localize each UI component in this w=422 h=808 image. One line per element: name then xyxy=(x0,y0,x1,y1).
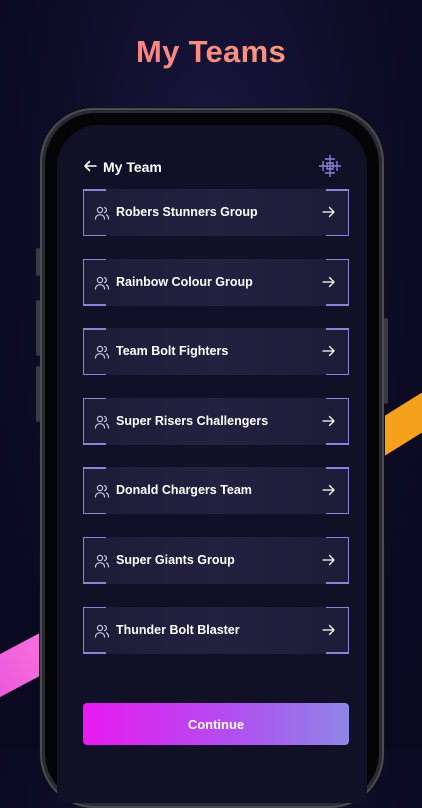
phone-bezel: My Team Robers Stunners Group Rainbow Co… xyxy=(45,113,379,803)
arrow-right-icon xyxy=(322,276,335,287)
continue-button[interactable]: Continue xyxy=(83,703,349,745)
team-name: Super Risers Challengers xyxy=(116,413,269,428)
phone-mute-button xyxy=(36,248,40,276)
arrow-right-icon xyxy=(322,624,335,635)
team-card[interactable]: Rainbow Colour Group xyxy=(83,258,349,306)
users-icon xyxy=(94,206,110,220)
users-icon xyxy=(94,624,110,638)
arrow-right-icon xyxy=(322,206,335,218)
page-headline: My Teams xyxy=(0,34,422,70)
users-icon xyxy=(94,276,110,290)
arrow-left-icon xyxy=(84,160,97,172)
screen-title: My Team xyxy=(103,159,162,175)
app-screen: My Team Robers Stunners Group Rainbow Co… xyxy=(57,125,367,803)
team-card[interactable]: Super Risers Challengers xyxy=(83,397,349,445)
top-bar: My Team xyxy=(57,149,367,189)
phone-frame: My Team Robers Stunners Group Rainbow Co… xyxy=(36,108,388,808)
users-icon xyxy=(94,415,110,429)
team-name: Robers Stunners Group xyxy=(116,205,258,219)
arrow-right-icon xyxy=(322,346,335,357)
users-icon xyxy=(94,345,110,359)
team-name: Thunder Bolt Blaster xyxy=(116,622,240,637)
team-name: Team Bolt Fighters xyxy=(116,344,229,359)
team-card[interactable]: Team Bolt Fighters xyxy=(83,328,349,376)
team-card[interactable]: Robers Stunners Group xyxy=(83,189,349,236)
team-logo-icon xyxy=(319,155,341,177)
phone-volume-up-button xyxy=(36,300,40,356)
team-name: Rainbow Colour Group xyxy=(116,274,253,289)
arrow-right-icon xyxy=(322,415,335,426)
back-button[interactable] xyxy=(81,157,99,175)
users-icon xyxy=(94,485,110,498)
team-card[interactable]: Super Giants Group xyxy=(83,536,349,584)
arrow-right-icon xyxy=(322,554,335,566)
team-card[interactable]: Donald Chargers Team xyxy=(83,467,349,515)
arrow-right-icon xyxy=(322,485,335,496)
users-icon xyxy=(94,554,110,568)
phone-volume-down-button xyxy=(36,366,40,422)
team-name: Donald Chargers Team xyxy=(116,483,252,498)
team-name: Super Giants Group xyxy=(116,552,235,567)
phone-power-button xyxy=(384,318,388,404)
team-card[interactable]: Thunder Bolt Blaster xyxy=(83,606,349,654)
team-list: Robers Stunners Group Rainbow Colour Gro… xyxy=(83,189,349,676)
